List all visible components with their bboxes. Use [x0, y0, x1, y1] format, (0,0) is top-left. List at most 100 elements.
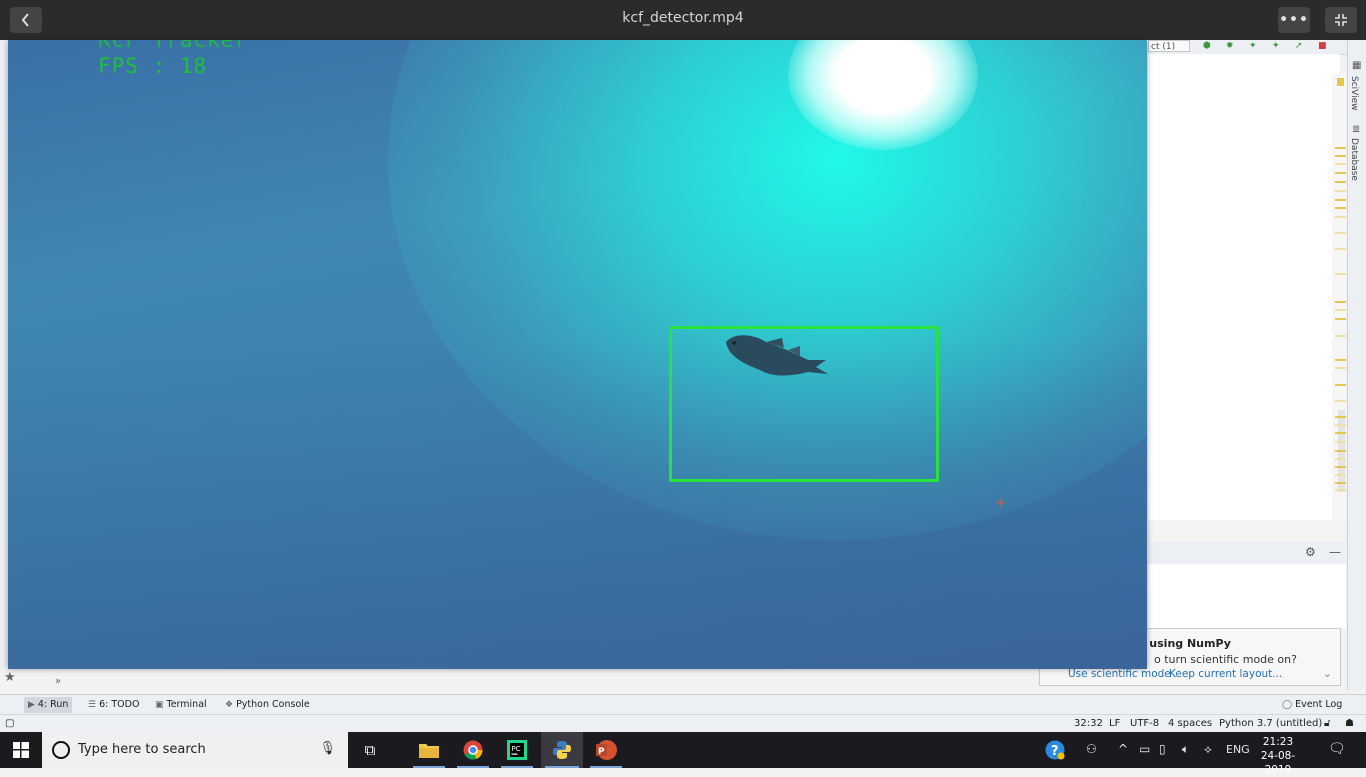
marker[interactable] — [1335, 432, 1346, 434]
taskbar-search-box[interactable]: Type here to search 🎙︎ — [42, 732, 348, 768]
clock[interactable]: 21:23 24-08-2019 — [1253, 735, 1303, 777]
favorites-star-icon[interactable]: ★ — [4, 670, 16, 685]
tab-terminal[interactable]: ▣ Terminal — [151, 697, 211, 713]
marker[interactable] — [1335, 147, 1346, 149]
tab-terminal-label: Terminal — [166, 699, 207, 710]
hide-panel-icon[interactable]: — — [1329, 545, 1341, 559]
more-dots-icon: ••• — [1279, 12, 1309, 28]
marker[interactable] — [1335, 172, 1346, 174]
video-frame[interactable]: KCF Tracker FPS : 18 + — [8, 40, 1147, 669]
minimize-icon — [1335, 14, 1347, 26]
marker[interactable] — [1335, 489, 1346, 491]
run-icon[interactable]: ✹ — [1226, 41, 1236, 51]
exit-fullscreen-button[interactable] — [1325, 7, 1357, 33]
python-app[interactable] — [541, 732, 583, 768]
marker[interactable] — [1335, 248, 1346, 250]
marker[interactable] — [1335, 441, 1346, 443]
marker[interactable] — [1335, 181, 1346, 183]
run-icon: ▶ — [28, 700, 35, 710]
stop-icon[interactable]: ■ — [1318, 41, 1328, 51]
line-separator[interactable]: LF — [1109, 717, 1120, 731]
marker[interactable] — [1335, 384, 1346, 386]
build-icon[interactable]: ⬢ — [1203, 41, 1213, 51]
marker[interactable] — [1335, 318, 1346, 320]
inspector-icon[interactable]: ☗ — [1345, 717, 1354, 731]
python-icon: ❖ — [225, 700, 234, 710]
task-view-icon: ⧉ — [364, 741, 376, 759]
marker[interactable] — [1335, 309, 1346, 311]
crosshair-cursor-icon: + — [995, 495, 1007, 511]
indent-setting[interactable]: 4 spaces — [1168, 717, 1212, 731]
run-config-combo[interactable]: ct (1) — [1148, 40, 1190, 52]
debug-icon[interactable]: ✦ — [1249, 41, 1259, 51]
marker[interactable] — [1335, 163, 1346, 165]
run-panel-left — [0, 669, 1040, 694]
notification-title: e using NumPy — [1138, 637, 1231, 650]
use-scientific-mode-link[interactable]: Use scientific mode — [1068, 668, 1171, 680]
caret-position[interactable]: 32:32 — [1074, 717, 1103, 731]
sciview-tab[interactable]: SciView — [1349, 76, 1359, 111]
start-button[interactable] — [0, 732, 42, 768]
dropbox-icon[interactable]: ⟡ — [1204, 742, 1212, 757]
volume-icon[interactable]: 🔈︎ — [1182, 742, 1189, 757]
more-options-button[interactable]: ••• — [1278, 7, 1310, 33]
network-icon[interactable]: ▯ — [1159, 742, 1166, 756]
run-output[interactable] — [1148, 564, 1346, 628]
database-tab[interactable]: Database — [1349, 138, 1359, 181]
power-icon[interactable]: ▭ — [1139, 742, 1150, 756]
marker[interactable] — [1335, 450, 1346, 452]
marker[interactable] — [1335, 335, 1346, 337]
marker[interactable] — [1335, 474, 1346, 476]
marker[interactable] — [1335, 367, 1346, 369]
marker[interactable] — [1335, 273, 1346, 275]
toggle-tool-windows-icon[interactable]: ▢ — [5, 717, 14, 731]
marker[interactable] — [1335, 416, 1346, 418]
powerpoint-app[interactable]: P — [586, 732, 626, 768]
marker[interactable] — [1335, 482, 1346, 484]
editor-h-scroll[interactable] — [1148, 520, 1346, 542]
chevron-up-icon[interactable]: ^ — [1118, 742, 1128, 756]
marker[interactable] — [1335, 458, 1346, 460]
marker[interactable] — [1335, 190, 1346, 192]
chevron-down-icon[interactable]: ⌄ — [1323, 667, 1332, 680]
people-icon[interactable]: ⚇ — [1086, 742, 1097, 756]
notifications-icon[interactable]: 🗨︎ — [1328, 741, 1346, 757]
tab-run-label: 4: Run — [37, 699, 69, 710]
gear-icon[interactable]: ⚙ — [1305, 545, 1316, 559]
marker[interactable] — [1335, 301, 1346, 303]
marker[interactable] — [1335, 400, 1346, 402]
svg-text:PC: PC — [512, 745, 521, 753]
language-indicator[interactable]: ENG — [1226, 743, 1250, 756]
event-log-button[interactable]: ◯ Event Log — [1278, 697, 1346, 713]
file-encoding[interactable]: UTF-8 — [1130, 717, 1159, 731]
code-editor[interactable] — [1148, 54, 1340, 521]
marker[interactable] — [1335, 207, 1346, 209]
marker[interactable] — [1335, 359, 1346, 361]
help-icon[interactable]: ? — [1045, 740, 1065, 763]
lock-icon[interactable]: 🔓︎ — [1324, 717, 1330, 731]
marker[interactable] — [1335, 216, 1346, 218]
profile-icon[interactable]: ➚ — [1295, 41, 1305, 51]
tab-run[interactable]: ▶ 4: Run — [24, 697, 73, 713]
keep-layout-link[interactable]: Keep current layout... — [1169, 668, 1282, 680]
file-explorer-app[interactable] — [409, 732, 449, 768]
chrome-app[interactable] — [453, 732, 493, 768]
microphone-icon[interactable]: 🎙︎ — [319, 741, 336, 756]
help-circle-icon: ? — [1045, 740, 1065, 760]
coverage-icon[interactable]: ✦ — [1272, 41, 1282, 51]
tab-python-console[interactable]: ❖ Python Console — [221, 697, 314, 713]
pycharm-icon: PC — [507, 740, 527, 760]
marker[interactable] — [1335, 155, 1346, 157]
marker[interactable] — [1335, 466, 1346, 468]
marker[interactable] — [1335, 199, 1346, 201]
task-view-button[interactable]: ⧉ — [350, 732, 390, 768]
marker[interactable] — [1335, 232, 1346, 234]
pycharm-app[interactable]: PC — [497, 732, 537, 768]
tab-todo[interactable]: ☰ 6: TODO — [84, 697, 143, 713]
marker[interactable] — [1335, 424, 1346, 426]
chevron-right-icon[interactable]: » — [55, 676, 61, 687]
windows-logo-icon — [13, 742, 29, 758]
ide-status-bar: ▢ 32:32 LF UTF-8 4 spaces Python 3.7 (un… — [0, 714, 1366, 733]
python-interpreter[interactable]: Python 3.7 (untitled) — [1219, 717, 1322, 731]
warning-marker[interactable] — [1337, 78, 1344, 86]
